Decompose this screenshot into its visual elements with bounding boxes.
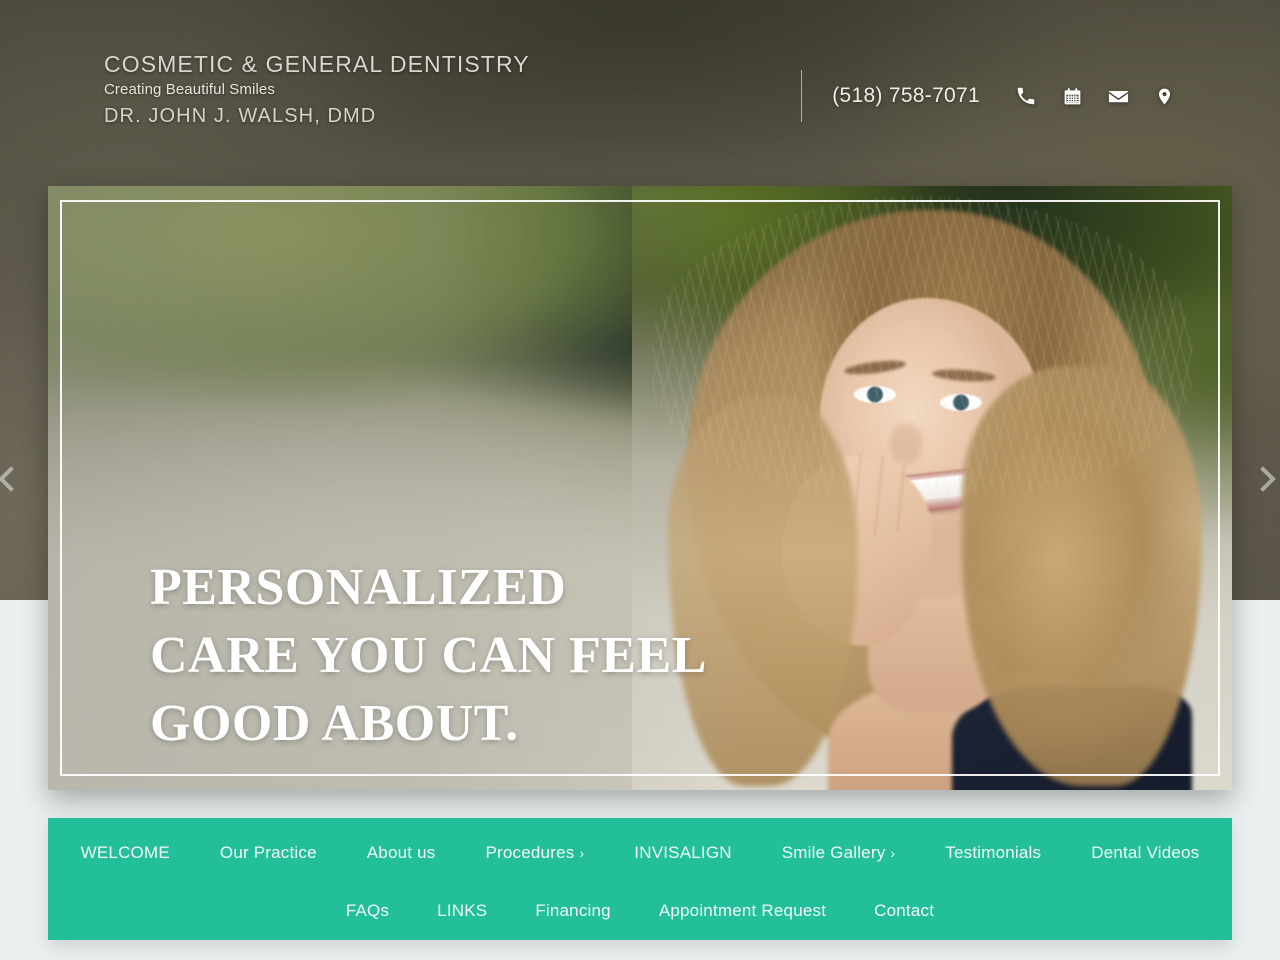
site-header: COSMETIC & GENERAL DENTISTRY Creating Be…: [0, 0, 1280, 180]
brand-block[interactable]: COSMETIC & GENERAL DENTISTRY Creating Be…: [104, 50, 530, 130]
nav-label: LINKS: [437, 901, 488, 920]
nav-label: Procedures: [485, 843, 575, 862]
slider-prev-arrow[interactable]: [0, 466, 28, 496]
nav-item-our-practice[interactable]: Our Practice: [195, 843, 342, 863]
nav-item-about-us[interactable]: About us: [342, 843, 461, 863]
nav-item-links[interactable]: LINKS: [413, 901, 511, 921]
chevron-right-icon: [1250, 466, 1276, 492]
nav-item-faqs[interactable]: FAQs: [322, 901, 413, 921]
nav-label: Our Practice: [219, 843, 317, 862]
nav-item-procedures[interactable]: Procedures ›: [460, 843, 609, 863]
nav-item-appointment-request[interactable]: Appointment Request: [635, 901, 850, 921]
nav-label: INVISALIGN: [634, 843, 732, 862]
hero-slider: PERSONALIZED CARE YOU CAN FEEL GOOD ABOU…: [48, 186, 1232, 790]
hero-headline: PERSONALIZED CARE YOU CAN FEEL GOOD ABOU…: [150, 554, 740, 758]
nav-label: Dental Videos: [1091, 843, 1200, 862]
nav-label: Contact: [874, 901, 935, 920]
slider-next-arrow[interactable]: [1250, 466, 1280, 496]
nav-label: Appointment Request: [658, 901, 827, 920]
header-phone-number[interactable]: (518) 758-7071: [832, 84, 980, 108]
nav-item-contact[interactable]: Contact: [850, 901, 958, 921]
map-pin-icon[interactable]: [1152, 84, 1176, 108]
nav-label: Smile Gallery: [781, 843, 886, 862]
nav-item-invisalign[interactable]: INVISALIGN: [609, 843, 756, 863]
brand-slogan: Creating Beautiful Smiles: [104, 81, 275, 98]
chevron-right-icon: ›: [890, 845, 896, 861]
brand-tagline-primary: COSMETIC & GENERAL DENTISTRY: [104, 51, 530, 77]
nav-item-financing[interactable]: Financing: [511, 901, 635, 921]
nav-label: About us: [366, 843, 436, 862]
hero-headline-line-1: PERSONALIZED: [150, 559, 567, 616]
nav-row-primary: WELCOME Our Practice About us Procedures…: [48, 824, 1232, 882]
calendar-icon[interactable]: [1060, 84, 1084, 108]
nav-label: WELCOME: [80, 843, 170, 862]
nav-item-testimonials[interactable]: Testimonials: [920, 843, 1066, 863]
phone-icon[interactable]: [1014, 84, 1038, 108]
hero-headline-line-2: CARE YOU CAN FEEL: [150, 627, 707, 684]
chevron-right-icon: ›: [579, 845, 585, 861]
nav-label: FAQs: [345, 901, 390, 920]
envelope-icon[interactable]: [1106, 84, 1130, 108]
header-contact-bar: (518) 758-7071: [801, 70, 1176, 122]
nav-item-dental-videos[interactable]: Dental Videos: [1066, 843, 1224, 863]
nav-label: Financing: [535, 901, 611, 920]
nav-item-welcome[interactable]: WELCOME: [56, 843, 195, 863]
nav-item-smile-gallery[interactable]: Smile Gallery ›: [757, 843, 921, 863]
main-navigation: WELCOME Our Practice About us Procedures…: [48, 818, 1232, 940]
brand-doctor-name: DR. JOHN J. WALSH, DMD: [104, 105, 377, 127]
header-icon-group: [1014, 84, 1176, 108]
hero-headline-line-3: GOOD ABOUT.: [150, 695, 519, 752]
nav-label: Testimonials: [945, 843, 1042, 862]
chevron-left-icon: [0, 466, 24, 492]
nav-row-secondary: FAQs LINKS Financing Appointment Request…: [48, 882, 1232, 940]
header-divider: [801, 70, 803, 122]
